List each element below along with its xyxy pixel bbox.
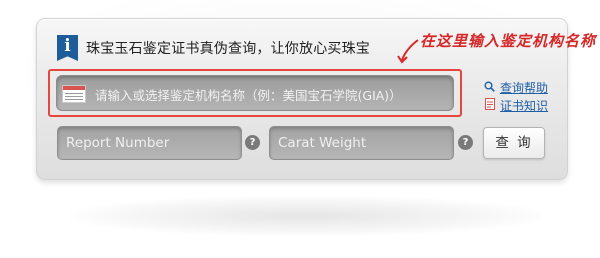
table-icon[interactable] <box>62 85 86 103</box>
carat-weight-help-icon[interactable]: ? <box>458 135 473 150</box>
annotation-text: 在这里输入鉴定机构名称 <box>420 32 597 50</box>
institution-search-placeholder: 请输入或选择鉴定机构名称（例：美国宝石学院(GIA)） <box>95 88 402 103</box>
panel-reflection <box>70 196 540 236</box>
certificate-knowledge-link[interactable]: 证书知识 <box>500 97 548 114</box>
report-number-placeholder: Report Number <box>66 135 170 151</box>
search-icon <box>484 81 495 92</box>
document-icon <box>485 98 495 110</box>
query-button[interactable]: 查 询 <box>483 127 545 159</box>
query-help-link[interactable]: 查询帮助 <box>500 79 548 96</box>
panel-title: 珠宝玉石鉴定证书真伪查询，让你放心买珠宝 <box>86 41 370 57</box>
report-number-help-icon[interactable]: ? <box>245 135 260 150</box>
carat-weight-placeholder: Carat Weight <box>278 135 367 151</box>
